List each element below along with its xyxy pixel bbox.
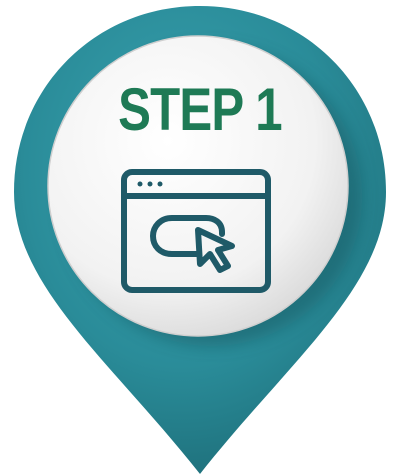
step-title: STEP 1: [118, 76, 283, 143]
step-badge: STEP 1: [0, 0, 400, 474]
map-pin-graphic: [14, 6, 386, 474]
